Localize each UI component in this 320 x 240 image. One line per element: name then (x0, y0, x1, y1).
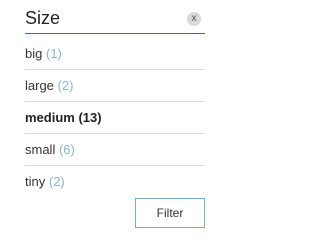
size-option-medium[interactable]: medium (13) (25, 102, 205, 134)
size-option-big[interactable]: big (1) (25, 38, 205, 70)
option-count: (2) (48, 174, 65, 189)
option-count: (13) (78, 110, 102, 125)
filter-title: Size (25, 8, 61, 28)
option-label: tiny (25, 174, 46, 189)
filter-button[interactable]: Filter (135, 198, 205, 228)
option-count: (1) (45, 46, 62, 61)
option-label: small (25, 142, 56, 157)
option-label: medium (25, 110, 75, 125)
option-label: big (25, 46, 43, 61)
size-option-small[interactable]: small (6) (25, 134, 205, 166)
size-filter-panel: Size x big (1) large (2) medium (13) sma… (0, 0, 249, 231)
size-option-large[interactable]: large (2) (25, 70, 205, 102)
filter-header: Size x (25, 6, 205, 34)
size-options-list: big (1) large (2) medium (13) small (6) … (25, 38, 205, 198)
size-option-tiny[interactable]: tiny (2) (25, 166, 205, 198)
clear-filter-button[interactable]: x (187, 12, 201, 26)
option-count: (6) (58, 142, 75, 157)
option-count: (2) (57, 78, 74, 93)
option-label: large (25, 78, 54, 93)
